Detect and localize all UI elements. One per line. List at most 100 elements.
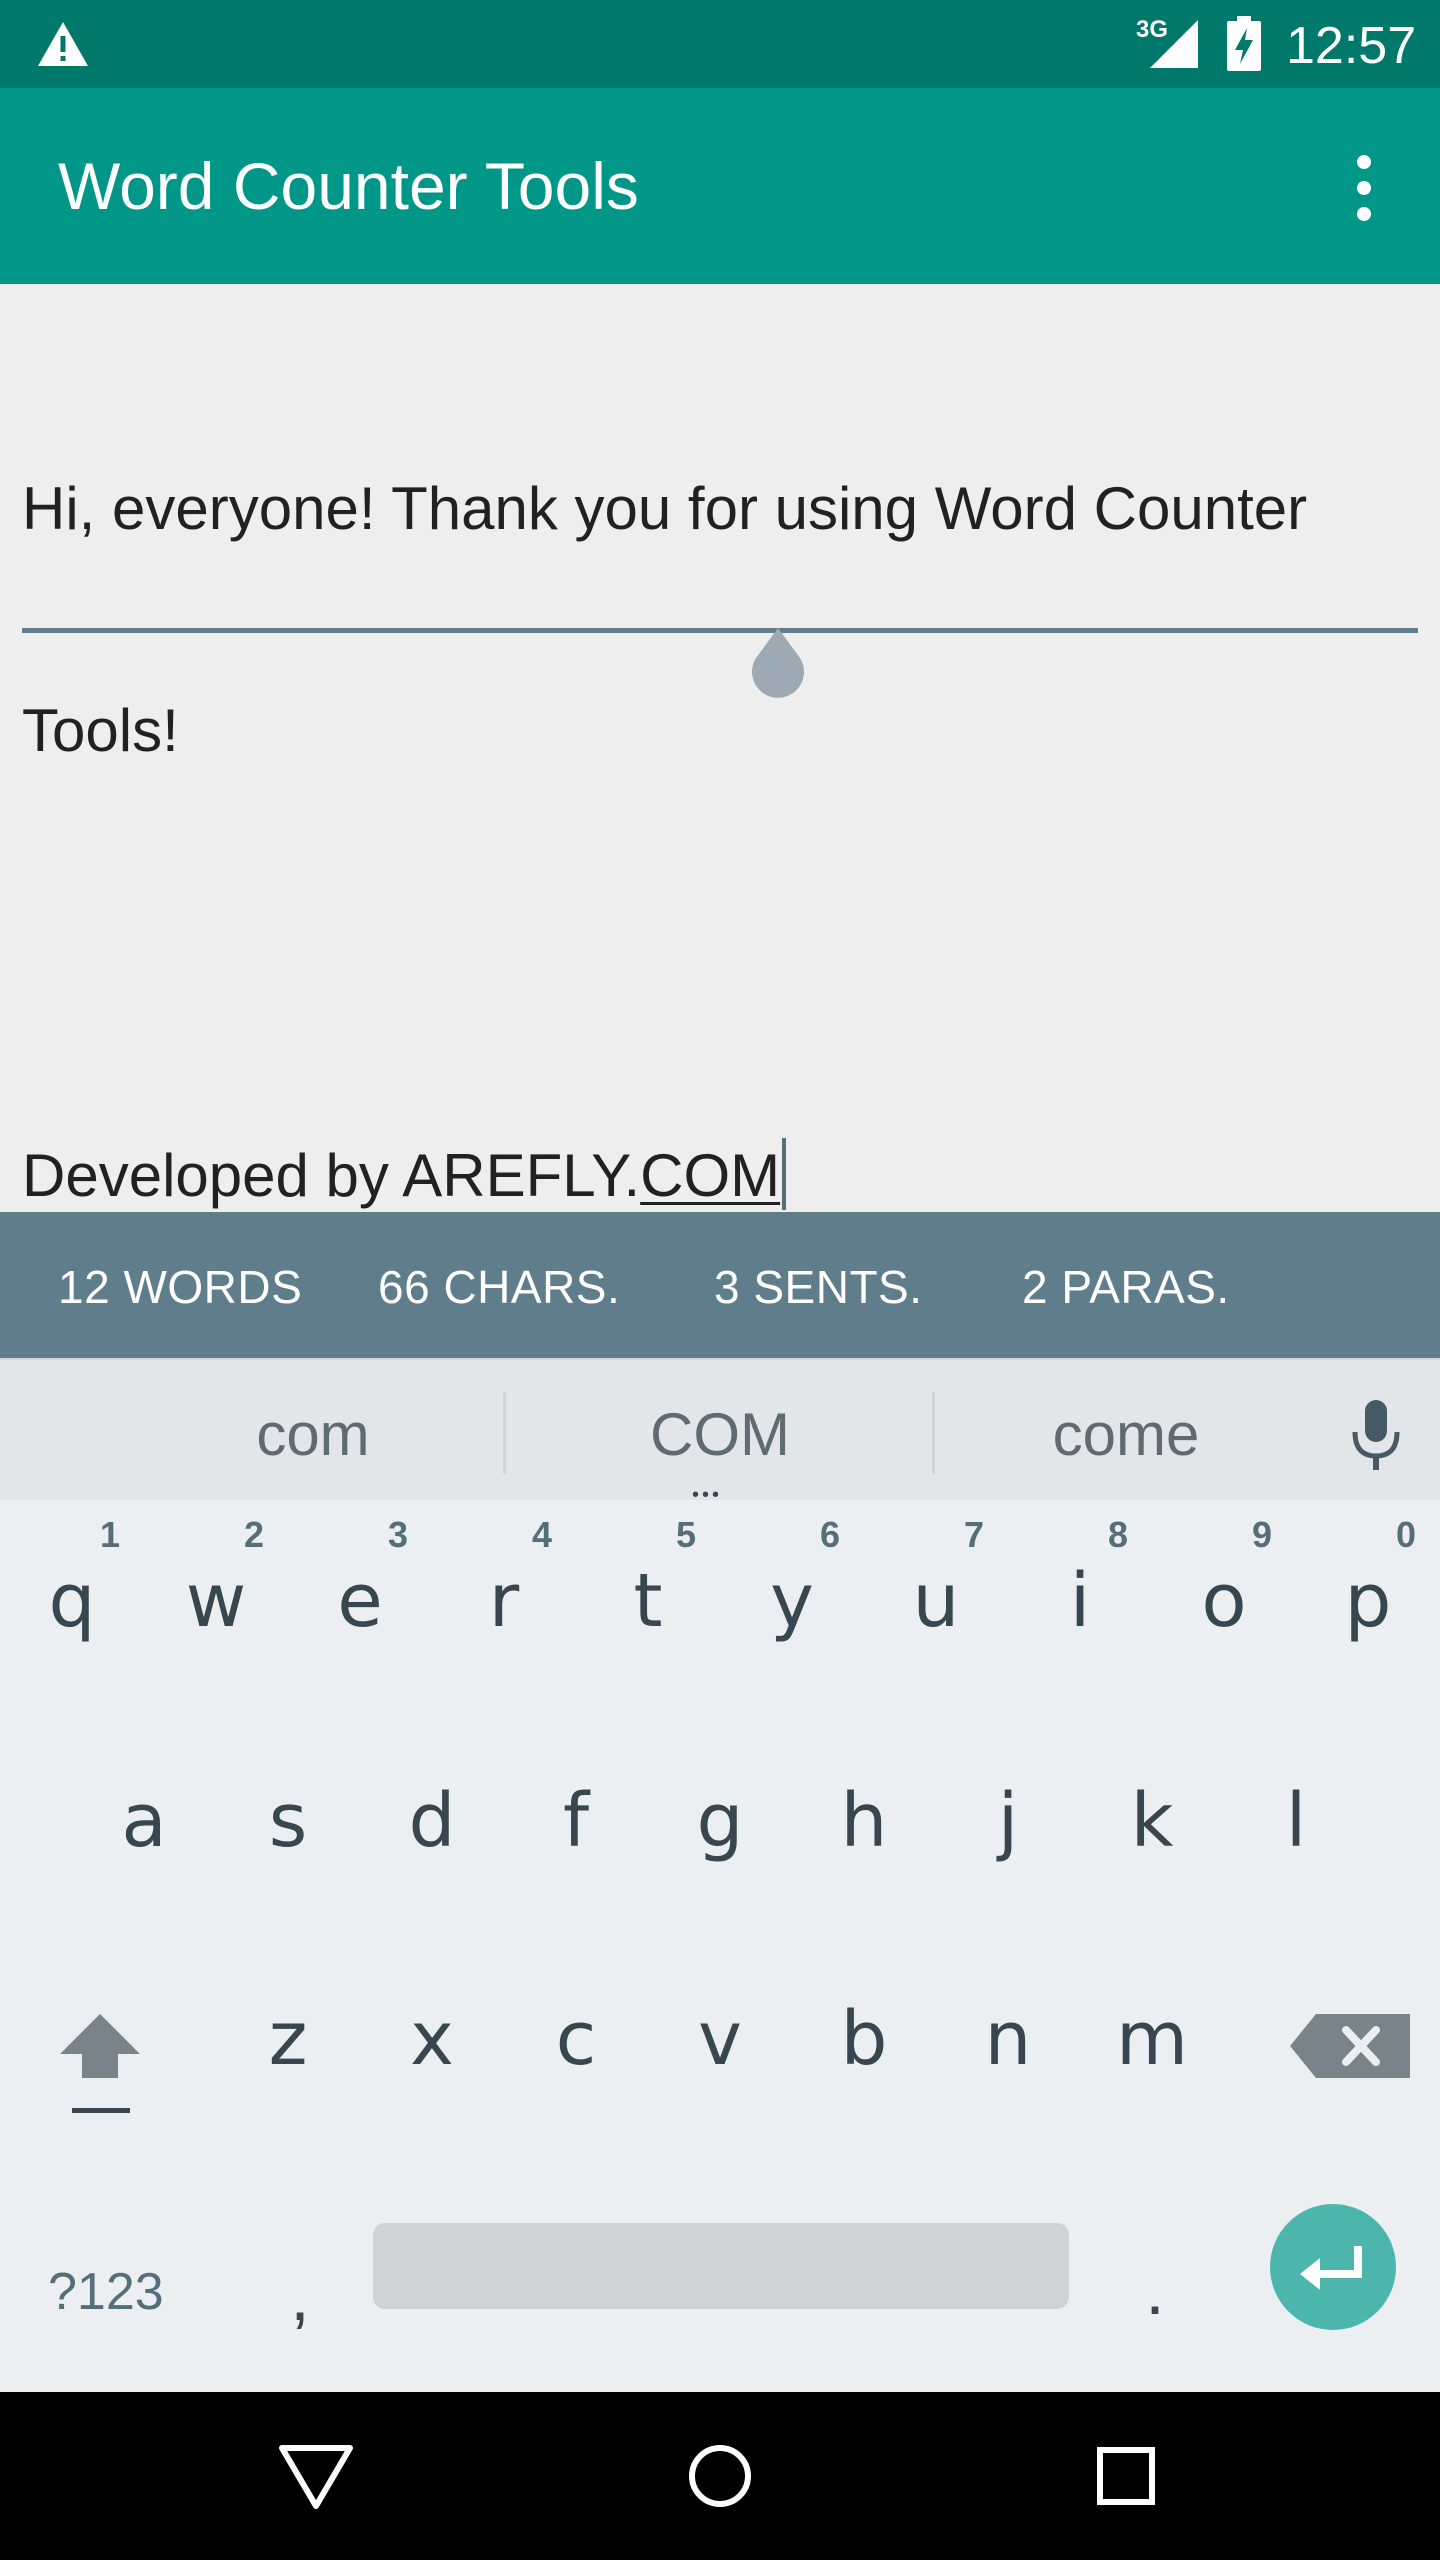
- key-label: e: [337, 1558, 383, 1644]
- key-label: p: [1344, 1558, 1392, 1644]
- key-q[interactable]: q1: [2, 1500, 142, 1700]
- back-icon[interactable]: [270, 2430, 362, 2522]
- status-bar: 3G 12:57: [0, 0, 1440, 88]
- key-number-hint: 1: [99, 1514, 120, 1555]
- cursor-handle-icon[interactable]: [742, 624, 814, 714]
- key-z[interactable]: z: [218, 1938, 358, 2138]
- key-number-hint: 0: [1395, 1514, 1416, 1555]
- key-number-hint: 5: [675, 1514, 696, 1555]
- signal-icon: [1150, 20, 1198, 68]
- key-number-hint: 6: [819, 1514, 840, 1555]
- key-label: t: [633, 1558, 663, 1644]
- recents-icon[interactable]: [1080, 2430, 1172, 2522]
- text-field-underline: [22, 628, 1418, 633]
- key-g[interactable]: g: [650, 1720, 790, 1920]
- key-number-hint: 2: [243, 1514, 264, 1555]
- key-number-hint: 9: [1251, 1514, 1272, 1555]
- key-k[interactable]: k: [1082, 1720, 1222, 1920]
- key-label: f: [562, 1778, 590, 1864]
- editor-line: Hi, everyone! Thank you for using Word C…: [22, 475, 1308, 542]
- comma-key-label: ,: [290, 2257, 310, 2335]
- period-key-label: .: [1145, 2251, 1165, 2329]
- key-label: q: [48, 1558, 96, 1644]
- text-cursor: [782, 1138, 787, 1210]
- key-d[interactable]: d: [362, 1720, 502, 1920]
- key-number-hint: 7: [963, 1514, 984, 1555]
- key-w[interactable]: w2: [146, 1500, 286, 1700]
- key-n[interactable]: n: [938, 1938, 1078, 2138]
- shift-key-icon[interactable]: [40, 1992, 160, 2192]
- key-v[interactable]: v: [650, 1938, 790, 2138]
- key-number-hint: 4: [531, 1514, 552, 1555]
- space-bar[interactable]: [373, 2223, 1069, 2309]
- key-label: u: [912, 1558, 960, 1644]
- enter-arrow-icon: [1300, 2246, 1362, 2290]
- key-label: y: [770, 1558, 814, 1644]
- editor-line: Tools!: [22, 697, 179, 764]
- key-label: h: [840, 1778, 888, 1864]
- key-a[interactable]: a: [74, 1720, 214, 1920]
- suggestion-strip: com COM ••• come: [0, 1358, 1440, 1506]
- text-editor[interactable]: Hi, everyone! Thank you for using Word C…: [22, 324, 1418, 1361]
- key-label: z: [268, 1996, 308, 2082]
- key-label: g: [696, 1778, 744, 1864]
- symbols-key[interactable]: ?123: [20, 2226, 200, 2356]
- key-o[interactable]: o9: [1154, 1500, 1294, 1700]
- key-x[interactable]: x: [362, 1938, 502, 2138]
- key-r[interactable]: r4: [434, 1500, 574, 1700]
- suggestion-2[interactable]: COM: [600, 1400, 840, 1469]
- key-label: n: [984, 1996, 1032, 2082]
- home-icon[interactable]: [674, 2430, 766, 2522]
- stats-bar: 12 WORDS 66 CHARS. 3 SENTS. 2 PARAS.: [0, 1212, 1440, 1358]
- key-number-hint: 3: [387, 1514, 408, 1555]
- key-m[interactable]: m: [1082, 1938, 1222, 2138]
- key-label: m: [1115, 1996, 1189, 2082]
- key-label: b: [840, 1996, 888, 2082]
- key-s[interactable]: s: [218, 1720, 358, 1920]
- key-label: k: [1130, 1778, 1174, 1864]
- key-label: r: [488, 1558, 520, 1644]
- microphone-icon[interactable]: [1346, 1396, 1406, 1476]
- enter-key[interactable]: [1270, 2204, 1396, 2330]
- key-p[interactable]: p0: [1298, 1500, 1438, 1700]
- battery-charging-icon: [1227, 16, 1261, 71]
- editor-line-last: Developed by AREFLY.COM: [22, 1138, 1418, 1213]
- sentence-count: 3 SENTS.: [714, 1261, 923, 1313]
- key-e[interactable]: e3: [290, 1500, 430, 1700]
- more-vert-icon[interactable]: [1336, 150, 1392, 226]
- key-l[interactable]: l: [1226, 1720, 1366, 1920]
- key-j[interactable]: j: [938, 1720, 1078, 1920]
- key-label: s: [268, 1778, 308, 1864]
- backspace-key-icon[interactable]: [1286, 2004, 1418, 2104]
- key-b[interactable]: b: [794, 1938, 934, 2138]
- key-label: d: [408, 1778, 456, 1864]
- key-label: j: [997, 1778, 1019, 1864]
- key-label: i: [1069, 1558, 1091, 1644]
- key-h[interactable]: h: [794, 1720, 934, 1920]
- key-number-hint: 8: [1107, 1514, 1128, 1555]
- char-count: 66 CHARS.: [378, 1261, 621, 1313]
- suggestion-1[interactable]: com: [213, 1400, 413, 1469]
- comma-key[interactable]: ,: [240, 2226, 360, 2356]
- key-y[interactable]: y6: [722, 1500, 862, 1700]
- key-label: o: [1201, 1558, 1247, 1644]
- soft-keyboard: com COM ••• come q1w2e3r4t5y6u7i8o9p0 as…: [0, 1358, 1440, 2392]
- symbols-key-label: ?123: [48, 2263, 164, 2321]
- app-bar: Word Counter Tools: [0, 88, 1440, 284]
- screen: 3G 12:57 Word Counter Tools Hi, everyone…: [0, 0, 1440, 2560]
- key-f[interactable]: f: [506, 1720, 646, 1920]
- key-c[interactable]: c: [506, 1938, 646, 2138]
- suggestion-3[interactable]: come: [1026, 1400, 1226, 1469]
- key-t[interactable]: t5: [578, 1500, 718, 1700]
- key-label: w: [185, 1558, 247, 1644]
- key-i[interactable]: i8: [1010, 1500, 1150, 1700]
- key-label: v: [698, 1996, 742, 2082]
- suggestion-divider: [932, 1392, 935, 1474]
- paragraph-count: 2 PARAS.: [1022, 1261, 1230, 1313]
- editor-line-text: Developed by AREFLY.: [22, 1142, 641, 1209]
- key-u[interactable]: u7: [866, 1500, 1006, 1700]
- key-label: c: [555, 1996, 597, 2082]
- period-key[interactable]: .: [1100, 2226, 1210, 2356]
- composing-word: COM: [640, 1142, 781, 1209]
